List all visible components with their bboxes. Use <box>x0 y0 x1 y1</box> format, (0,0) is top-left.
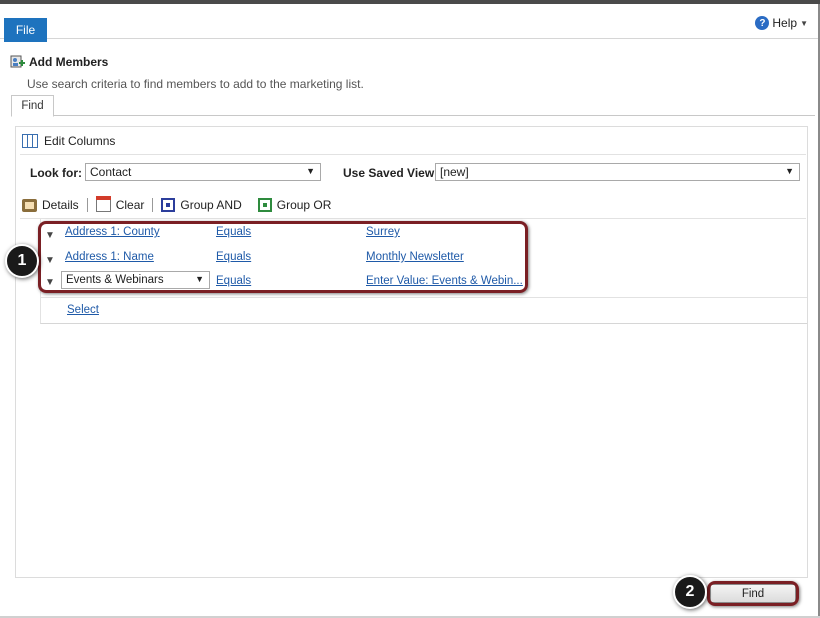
find-button[interactable]: Find <box>710 584 796 603</box>
chevron-down-icon: ▼ <box>800 18 808 28</box>
look-for-value: Contact <box>90 165 132 179</box>
criteria-toolbar: Details Clear Group AND Group OR <box>22 196 332 212</box>
edit-columns-label: Edit Columns <box>44 134 116 148</box>
find-panel <box>15 126 808 578</box>
step-badge-2: 2 <box>673 575 707 609</box>
clear-label: Clear <box>115 198 145 212</box>
criteria-field-select[interactable]: Events & Webinars ▼ <box>61 271 210 289</box>
criteria-row: ▼ Address 1: County Equals Surrey <box>40 226 806 250</box>
look-for-select[interactable]: Contact ▼ <box>85 163 321 181</box>
look-for-label: Look for: <box>30 166 82 180</box>
select-row: Select <box>40 297 807 324</box>
criteria-value-link[interactable]: Surrey <box>366 226 400 238</box>
group-and-label: Group AND <box>180 198 242 212</box>
columns-grid-icon <box>22 134 38 148</box>
step-badge-1: 1 <box>5 244 39 278</box>
criteria-field-link[interactable]: Address 1: Name <box>65 251 154 263</box>
help-label: Help <box>772 16 798 30</box>
details-label: Details <box>42 198 79 212</box>
criteria-operator-link[interactable]: Equals <box>216 275 251 287</box>
panel-divider <box>20 154 806 155</box>
toolbar-separator <box>152 198 154 212</box>
help-menu[interactable]: ? Help ▼ <box>755 16 808 30</box>
details-icon <box>22 198 37 212</box>
criteria-field-value: Events & Webinars <box>66 274 164 286</box>
group-or-button[interactable]: Group OR <box>257 198 332 212</box>
dialog-subtitle: Use search criteria to find members to a… <box>27 77 364 91</box>
edit-columns-button[interactable]: Edit Columns <box>22 134 115 148</box>
dialog-header: Add Members <box>10 54 108 69</box>
criteria-operator-link[interactable]: Equals <box>216 251 251 263</box>
saved-view-select[interactable]: [new] ▼ <box>435 163 800 181</box>
details-button[interactable]: Details <box>22 198 79 212</box>
chevron-down-icon: ▼ <box>306 166 315 176</box>
criteria-value-link[interactable]: Monthly Newsletter <box>366 251 464 263</box>
tab-divider <box>11 115 815 116</box>
group-and-button[interactable]: Group AND <box>161 198 242 212</box>
criteria-row: ▼ Events & Webinars ▼ Equals Enter Value… <box>40 271 806 295</box>
group-or-icon <box>257 198 272 212</box>
criteria-divider <box>20 218 806 219</box>
dialog-title: Add Members <box>29 54 109 69</box>
file-tab[interactable]: File <box>4 18 47 42</box>
select-link[interactable]: Select <box>67 304 99 316</box>
clear-icon <box>95 196 111 212</box>
chevron-down-icon[interactable]: ▼ <box>45 277 55 288</box>
criteria-value-link[interactable]: Enter Value: Events & Webin... <box>366 275 523 287</box>
saved-view-value: [new] <box>440 165 469 179</box>
criteria-field-link[interactable]: Address 1: County <box>65 226 160 238</box>
toolbar-separator <box>86 198 88 212</box>
chevron-down-icon[interactable]: ▼ <box>45 255 55 266</box>
criteria-operator-link[interactable]: Equals <box>216 226 251 238</box>
saved-view-label: Use Saved View: <box>343 166 439 180</box>
group-and-icon <box>161 198 176 212</box>
help-icon: ? <box>755 16 770 30</box>
clear-button[interactable]: Clear <box>95 196 145 212</box>
group-or-label: Group OR <box>276 198 332 212</box>
chevron-down-icon: ▼ <box>785 166 794 176</box>
add-members-icon <box>10 55 25 68</box>
chevron-down-icon[interactable]: ▼ <box>45 230 55 241</box>
ribbon-bar: File ? Help ▼ <box>0 4 820 42</box>
chevron-down-icon: ▼ <box>195 274 204 284</box>
tab-find[interactable]: Find <box>11 95 54 117</box>
